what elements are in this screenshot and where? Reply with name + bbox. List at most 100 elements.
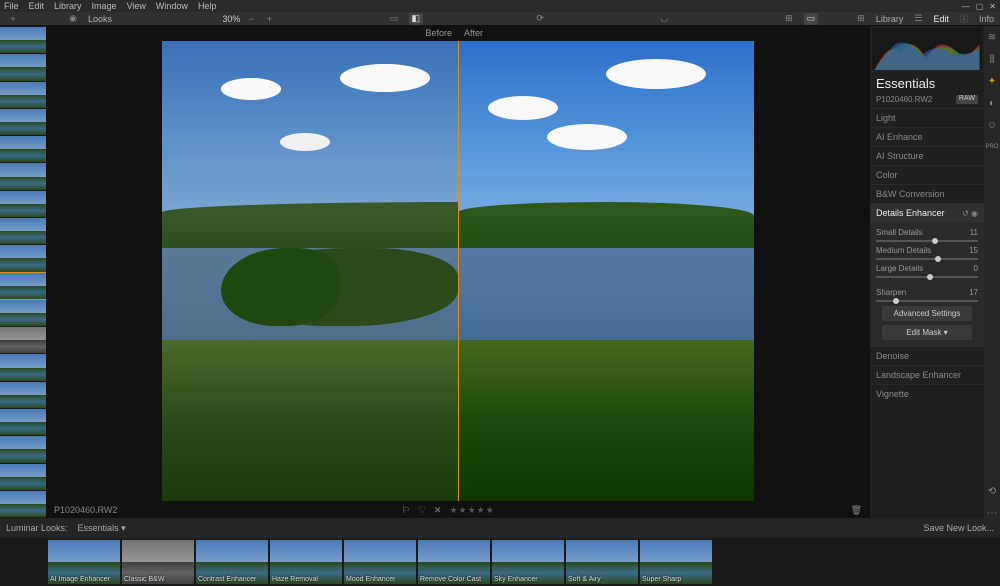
sliders-group: Small Details11 Medium Details15 Large D… <box>870 222 984 346</box>
advanced-settings-button[interactable]: Advanced Settings <box>882 306 972 321</box>
look-item[interactable]: Remove Color Cast <box>418 540 490 584</box>
thumb-item[interactable] <box>0 300 46 326</box>
thumb-item[interactable] <box>0 273 46 299</box>
reject-icon[interactable]: ✕ <box>434 505 442 516</box>
slider-medium-details[interactable]: Medium Details15 <box>876 246 978 260</box>
view-compare-icon[interactable]: ◧ <box>409 13 423 25</box>
histogram-icon[interactable]: ⫼ <box>987 54 997 64</box>
info-tab-icon[interactable]: ⓘ <box>957 13 971 25</box>
look-item[interactable]: Contrast Enhancer <box>196 540 268 584</box>
toolbar: + ◉ Looks 30% − + ▭ ◧ ⟳ ◡ ⊞ ▭ ⊞ Library … <box>0 12 1000 26</box>
section-landscape-enhancer[interactable]: Landscape Enhancer <box>870 365 984 384</box>
look-item[interactable]: Soft & Airy <box>566 540 638 584</box>
menu-library[interactable]: Library <box>54 1 82 11</box>
library-tab[interactable]: Library <box>876 14 904 24</box>
look-item[interactable]: Sky Enhancer <box>492 540 564 584</box>
maximize-icon[interactable]: ▢ <box>976 2 984 11</box>
thumb-item[interactable] <box>0 382 46 408</box>
thumb-item[interactable] <box>0 54 46 80</box>
thumb-item[interactable] <box>0 464 46 490</box>
look-item[interactable]: Classic B&W <box>122 540 194 584</box>
pro-cat-icon[interactable]: PRO <box>987 142 997 152</box>
looks-label[interactable]: Looks <box>88 14 112 24</box>
minimize-icon[interactable]: — <box>962 2 970 11</box>
looks-collection-dropdown[interactable]: Essentials ▾ <box>78 523 126 534</box>
thumb-item[interactable] <box>0 354 46 380</box>
single-view-icon[interactable]: ▭ <box>804 13 818 25</box>
canvas: Before After <box>46 26 870 518</box>
thumb-item[interactable] <box>0 82 46 108</box>
edit-panel: Essentials P1020460.RW2 RAW Light AI Enh… <box>870 26 984 518</box>
thumb-item[interactable] <box>0 491 46 517</box>
menu-help[interactable]: Help <box>198 1 217 11</box>
essentials-cat-icon[interactable]: ✦ <box>987 76 997 86</box>
thumb-item[interactable] <box>0 218 46 244</box>
section-details-enhancer[interactable]: Details Enhancer ↺ ◉ <box>870 203 984 222</box>
looks-strip[interactable]: AI Image Enhancer Classic B&W Contrast E… <box>0 538 1000 586</box>
compare-divider[interactable] <box>458 41 459 501</box>
trash-icon[interactable]: 🗑 <box>851 505 862 516</box>
portrait-cat-icon[interactable]: ☺ <box>987 120 997 130</box>
thumb-item[interactable] <box>0 109 46 135</box>
slider-sharpen[interactable]: Sharpen17 <box>876 288 978 302</box>
close-icon[interactable]: ✕ <box>989 2 996 11</box>
menu-file[interactable]: File <box>4 1 19 11</box>
thumb-item[interactable] <box>0 27 46 53</box>
crop-icon[interactable]: ⟳ <box>533 13 547 25</box>
panel-title: Essentials <box>870 72 984 95</box>
creative-cat-icon[interactable]: ◐ <box>987 98 997 108</box>
info-tab[interactable]: Info <box>979 14 994 24</box>
section-color[interactable]: Color <box>870 165 984 184</box>
zoom-in-button[interactable]: + <box>262 13 276 25</box>
rating-stars[interactable]: ★★★★★ <box>449 505 494 516</box>
panel-filename: P1020460.RW2 <box>876 95 932 104</box>
look-item[interactable]: Super Sharp <box>640 540 712 584</box>
visibility-icon[interactable]: ◉ <box>971 209 978 218</box>
reset-icon[interactable]: ↺ <box>962 209 969 218</box>
zoom-out-button[interactable]: − <box>244 13 258 25</box>
add-button[interactable]: + <box>6 13 20 25</box>
library-tab-icon[interactable]: ⊞ <box>854 13 868 25</box>
flag-icon[interactable]: ⚐ <box>402 505 410 516</box>
slider-small-details[interactable]: Small Details11 <box>876 228 978 242</box>
menu-view[interactable]: View <box>127 1 146 11</box>
filmstrip[interactable] <box>0 26 46 518</box>
history-icon[interactable]: ⟲ <box>987 486 997 496</box>
heart-icon[interactable]: ♡ <box>418 505 426 516</box>
status-filename: P1020460.RW2 <box>54 505 394 515</box>
section-ai-enhance[interactable]: AI Enhance <box>870 127 984 146</box>
slider-large-details[interactable]: Large Details0 <box>876 264 978 278</box>
view-single-icon[interactable]: ▭ <box>387 13 401 25</box>
layers-icon[interactable]: ≋ <box>987 32 997 42</box>
section-vignette[interactable]: Vignette <box>870 384 984 403</box>
edit-tab-icon[interactable]: ☰ <box>911 13 925 25</box>
edit-mask-button[interactable]: Edit Mask ▾ <box>882 325 972 340</box>
thumb-item[interactable] <box>0 191 46 217</box>
section-light[interactable]: Light <box>870 108 984 127</box>
thumb-item[interactable] <box>0 327 46 353</box>
before-label: Before <box>46 28 458 38</box>
looks-icon[interactable]: ◉ <box>66 13 80 25</box>
look-item[interactable]: Haze Removal <box>270 540 342 584</box>
thumb-item[interactable] <box>0 245 46 271</box>
zoom-value[interactable]: 30% <box>222 14 240 24</box>
menu-edit[interactable]: Edit <box>29 1 45 11</box>
look-item[interactable]: Mood Enhancer <box>344 540 416 584</box>
look-item[interactable]: AI Image Enhancer <box>48 540 120 584</box>
section-bw[interactable]: B&W Conversion <box>870 184 984 203</box>
erase-icon[interactable]: ◡ <box>658 13 672 25</box>
menu-window[interactable]: Window <box>156 1 188 11</box>
thumb-item[interactable] <box>0 409 46 435</box>
thumb-item[interactable] <box>0 136 46 162</box>
menu-image[interactable]: Image <box>92 1 117 11</box>
histogram[interactable] <box>872 28 982 70</box>
save-look-button[interactable]: Save New Look... <box>923 523 994 533</box>
edit-tab[interactable]: Edit <box>933 14 949 24</box>
section-ai-structure[interactable]: AI Structure <box>870 146 984 165</box>
preview-image[interactable] <box>162 41 754 501</box>
thumb-item[interactable] <box>0 163 46 189</box>
grid-view-icon[interactable]: ⊞ <box>782 13 796 25</box>
more-icon[interactable]: ⋯ <box>987 508 997 518</box>
section-denoise[interactable]: Denoise <box>870 346 984 365</box>
thumb-item[interactable] <box>0 436 46 462</box>
